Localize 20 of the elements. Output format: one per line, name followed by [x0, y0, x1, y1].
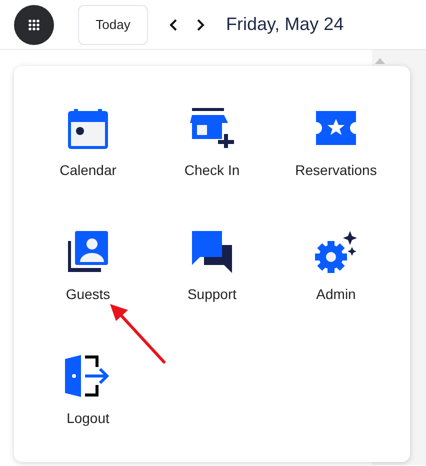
exit-door-icon — [65, 355, 111, 397]
menu-item[interactable]: Reservations — [274, 80, 398, 204]
grid-icon — [28, 18, 40, 30]
menu-item[interactable]: Logout — [26, 328, 150, 452]
menu-item[interactable]: Support — [150, 204, 274, 328]
store-plus-icon — [190, 108, 234, 148]
menu-item[interactable]: Calendar — [26, 80, 150, 204]
date-title: Friday, May 24 — [226, 14, 344, 35]
calendar-icon — [68, 107, 108, 149]
menu-item[interactable]: Guests — [26, 204, 150, 328]
scroll-up-icon — [375, 58, 385, 64]
ticket-icon — [314, 111, 358, 145]
chat-bubbles-icon — [190, 231, 234, 273]
contact-card-icon — [66, 231, 110, 273]
apps-menu-button[interactable] — [14, 4, 54, 44]
pointer-arrow — [108, 304, 168, 366]
menu-item[interactable]: Check In — [150, 80, 274, 204]
today-button[interactable]: Today — [78, 4, 148, 44]
gear-sparkle-icon — [314, 231, 358, 273]
menu-item[interactable]: Admin — [274, 204, 398, 328]
